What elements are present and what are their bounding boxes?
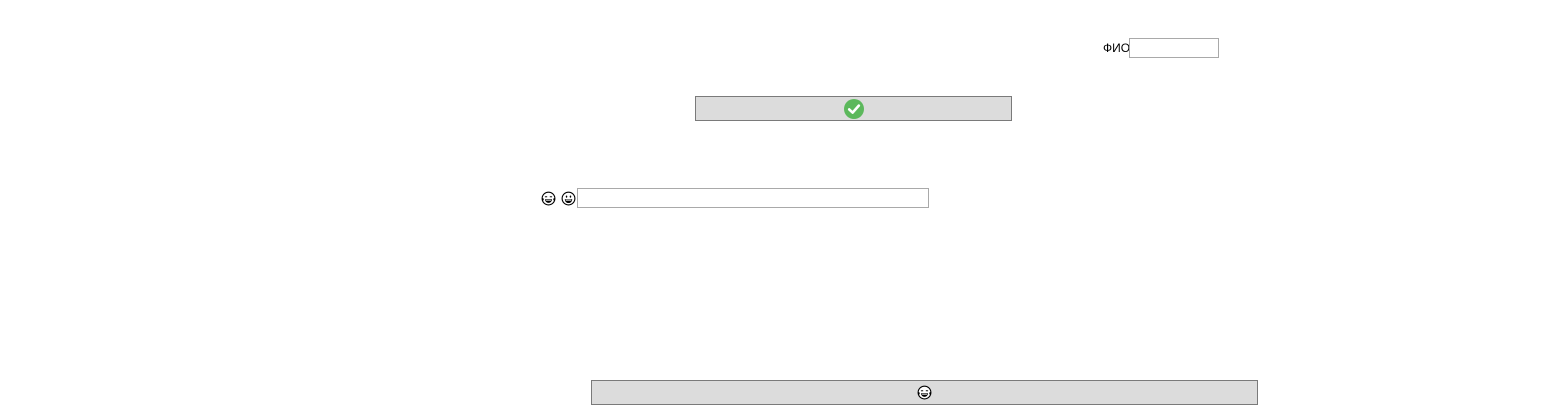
- emoji-button[interactable]: [591, 380, 1258, 405]
- emoji-text-input[interactable]: [577, 188, 929, 208]
- laughing-tears-emoji-icon: [541, 191, 556, 206]
- laughing-tears-emoji-icon: [917, 385, 932, 400]
- fio-input[interactable]: [1129, 38, 1219, 58]
- page: ФИО: [0, 0, 1544, 409]
- fio-label: ФИО: [1103, 41, 1131, 55]
- submit-button[interactable]: [695, 96, 1012, 121]
- check-circle-icon: [843, 98, 864, 119]
- grinning-face-emoji-icon: [561, 191, 576, 206]
